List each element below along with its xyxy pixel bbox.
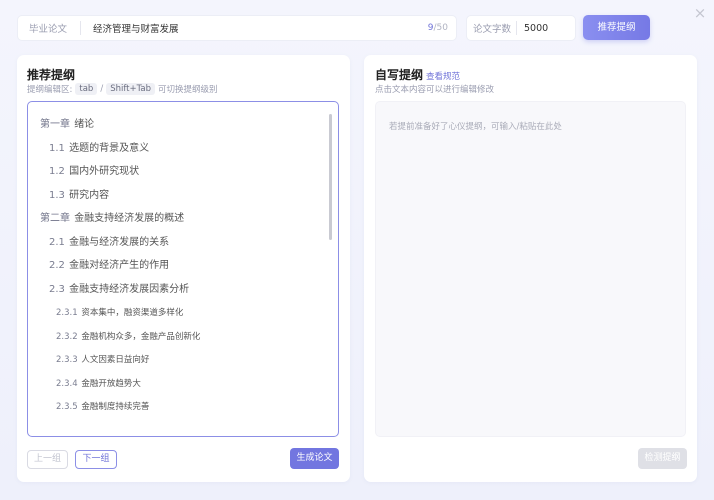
custom-title-text: 自写提纲 — [375, 68, 424, 82]
outline-item-text: 资本集中，融资渠道多样化 — [81, 308, 184, 318]
custom-outline-panel: 自写提纲查看规范 点击文本内容可以进行编辑修改 检测提纲 — [364, 55, 697, 482]
outline-item-level-2[interactable]: 2.1 金融与经济发展的关系 — [28, 236, 338, 260]
panel-title-custom: 自写提纲 查看规范 — [375, 66, 460, 83]
check-outline-button: 检测提纲 — [638, 448, 687, 469]
outline-item-number: 第一章 — [40, 119, 70, 130]
word-count-box: 论文字数 5000 — [466, 15, 576, 41]
outline-item-number: 2.3.4 — [56, 378, 78, 389]
view-guidelines-link[interactable]: 查看规范 — [426, 72, 460, 82]
outline-item-number: 1.2 — [49, 166, 65, 177]
outline-item-level-3[interactable]: 2.3.1 资本集中，融资渠道多样化 — [28, 306, 338, 330]
hint-separator: / — [100, 84, 104, 94]
outline-item-number: 2.2 — [49, 260, 65, 271]
topic-bar: 毕业论文 经济管理与财富发展 9/50 — [17, 15, 457, 41]
topic-input[interactable]: 经济管理与财富发展 — [81, 21, 428, 35]
outline-item-number: 1.1 — [49, 142, 65, 154]
outline-item-text: 选题的背景及意义 — [69, 142, 150, 154]
outline-editor-hint: 提纲编辑区: tab / Shift+Tab 可切换提纲级别 — [27, 83, 218, 95]
hint-key-tab: tab — [75, 83, 98, 95]
outline-item-text: 金融开放趋势大 — [81, 378, 141, 389]
outline-item-level-2[interactable]: 1.2 国内外研究现状 — [28, 165, 338, 189]
outline-item-text: 金融支持经济发展因素分析 — [69, 283, 190, 295]
outline-scrollbar[interactable] — [329, 114, 332, 240]
panel-title-recommend: 推荐提纲 — [27, 68, 76, 82]
outline-item-level-1[interactable]: 第一章 绪论 — [28, 118, 338, 142]
outline-item-number: 1.3 — [49, 189, 65, 201]
hint-prefix: 提纲编辑区: — [27, 85, 73, 95]
outline-item-level-3[interactable]: 2.3.4 金融开放趋势大 — [28, 377, 338, 401]
outline-item-number: 2.1 — [49, 236, 65, 248]
outline-item-level-1[interactable]: 第二章 金融支持经济发展的概述 — [28, 212, 338, 236]
close-icon[interactable]: × — [691, 4, 709, 22]
topic-char-max: /50 — [433, 23, 448, 33]
word-count-label: 论文字数 — [473, 24, 512, 35]
word-count-input[interactable]: 5000 — [517, 23, 548, 34]
prev-group-button[interactable]: 上一组 — [27, 450, 68, 469]
generate-paper-button[interactable]: 生成论文 — [290, 448, 339, 469]
outline-item-text: 研究内容 — [69, 189, 110, 201]
outline-item-text: 金融制度持续完善 — [81, 402, 150, 412]
outline-item-number: 2.3.2 — [56, 331, 78, 342]
outline-item-number: 2.3.3 — [56, 355, 78, 365]
custom-outline-input[interactable] — [376, 102, 685, 436]
topic-char-counter: 9/50 — [428, 23, 456, 33]
hint-suffix: 可切换提纲级别 — [158, 85, 218, 95]
hint-key-shift-tab: Shift+Tab — [106, 83, 156, 95]
outline-item-text: 人文因素日益向好 — [81, 355, 150, 365]
recommend-outline-button[interactable]: 推荐提纲 — [583, 15, 650, 40]
outline-item-number: 2.3.1 — [56, 308, 78, 318]
outline-item-text: 金融与经济发展的关系 — [69, 236, 170, 248]
topic-label: 毕业论文 — [29, 24, 68, 35]
outline-item-level-2[interactable]: 1.3 研究内容 — [28, 189, 338, 213]
next-group-button[interactable]: 下一组 — [75, 450, 117, 469]
outline-item-text: 金融支持经济发展的概述 — [74, 213, 185, 224]
outline-item-level-2[interactable]: 2.2 金融对经济产生的作用 — [28, 259, 338, 283]
custom-editor-hint: 点击文本内容可以进行编辑修改 — [375, 85, 495, 95]
custom-outline-box — [375, 101, 686, 437]
outline-item-level-3[interactable]: 2.3.2 金融机构众多，金融产品创新化 — [28, 330, 338, 354]
outline-item-text: 国内外研究现状 — [69, 166, 140, 177]
recommend-outline-panel: 推荐提纲 提纲编辑区: tab / Shift+Tab 可切换提纲级别 第一章 … — [17, 55, 350, 482]
outline-item-text: 金融机构众多，金融产品创新化 — [81, 331, 201, 342]
outline-item-level-2[interactable]: 2.3 金融支持经济发展因素分析 — [28, 283, 338, 307]
outline-list: 第一章 绪论 1.1 选题的背景及意义 1.2 国内外研究现状 1.3 研究内容 第二章… — [28, 102, 338, 424]
outline-item-level-3[interactable]: 2.3.3 人文因素日益向好 — [28, 353, 338, 377]
outline-item-text: 绪论 — [74, 119, 95, 130]
outline-item-text: 金融对经济产生的作用 — [69, 260, 170, 271]
outline-editor[interactable]: 第一章 绪论 1.1 选题的背景及意义 1.2 国内外研究现状 1.3 研究内容 第二章… — [27, 101, 339, 437]
outline-item-number: 第二章 — [40, 213, 70, 224]
outline-item-number: 2.3.5 — [56, 402, 78, 412]
outline-item-level-3[interactable]: 2.3.5 金融制度持续完善 — [28, 400, 338, 424]
outline-item-level-2[interactable]: 1.1 选题的背景及意义 — [28, 142, 338, 166]
outline-item-number: 2.3 — [49, 283, 65, 295]
